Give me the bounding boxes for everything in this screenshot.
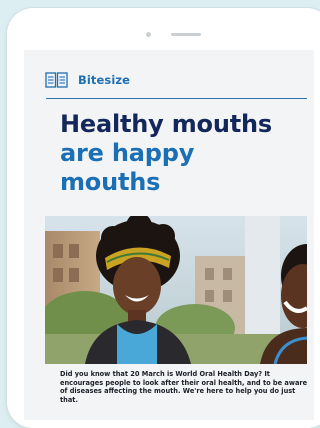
- header-divider: [46, 98, 307, 99]
- open-book-icon: [45, 72, 68, 88]
- brand-label: Bitesize: [78, 73, 131, 87]
- headline-line-3: mouths: [60, 168, 161, 196]
- brand-header[interactable]: Bitesize: [45, 72, 130, 88]
- headline-line-1: Healthy mouths: [60, 110, 272, 138]
- intro-paragraph: Did you know that 20 March is World Oral…: [60, 370, 308, 404]
- speaker-grille: [171, 33, 201, 36]
- camera-icon: [146, 32, 151, 37]
- article-headline: Healthy mouths are happy mouths: [60, 110, 272, 197]
- hero-photo: [45, 216, 307, 364]
- headline-line-2: are happy: [60, 139, 195, 167]
- tablet-device-frame: Bitesize Healthy mouths are happy mouths: [7, 8, 320, 428]
- article-screen: Bitesize Healthy mouths are happy mouths: [24, 50, 314, 420]
